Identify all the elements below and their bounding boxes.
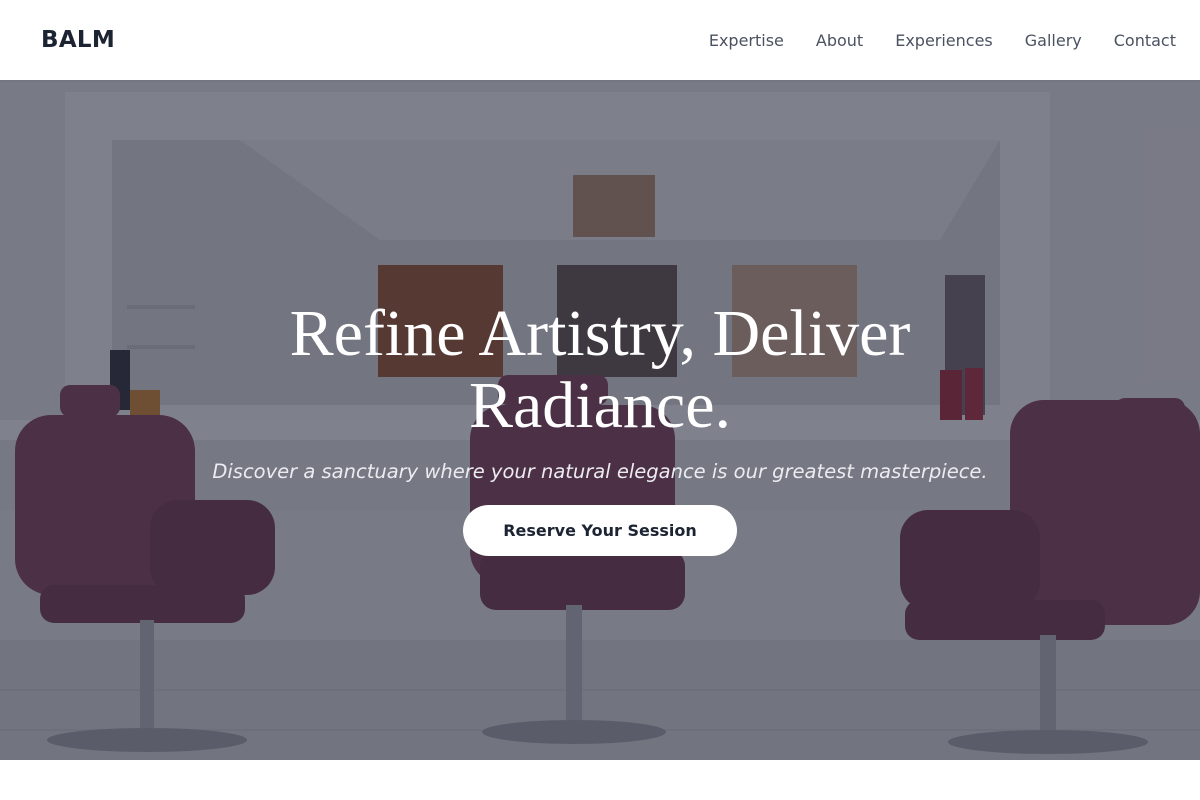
main-nav: Expertise About Experiences Gallery Cont…	[677, 31, 1176, 50]
site-header: BALM Expertise About Experiences Gallery…	[0, 0, 1200, 80]
nav-link-expertise[interactable]: Expertise	[709, 31, 784, 50]
nav-link-gallery[interactable]: Gallery	[1025, 31, 1082, 50]
brand-logo[interactable]: BALM	[41, 27, 115, 53]
reserve-session-button[interactable]: Reserve Your Session	[463, 505, 737, 556]
hero-title: Refine Artistry, Deliver Radiance.	[289, 297, 911, 442]
hero-content: Refine Artistry, Deliver Radiance. Disco…	[0, 80, 1200, 760]
nav-link-contact[interactable]: Contact	[1114, 31, 1176, 50]
hero-subtitle: Discover a sanctuary where your natural …	[212, 460, 988, 483]
hero-section: Refine Artistry, Deliver Radiance. Disco…	[0, 80, 1200, 760]
nav-link-about[interactable]: About	[816, 31, 863, 50]
nav-link-experiences[interactable]: Experiences	[895, 31, 993, 50]
next-section-top	[0, 760, 1200, 800]
